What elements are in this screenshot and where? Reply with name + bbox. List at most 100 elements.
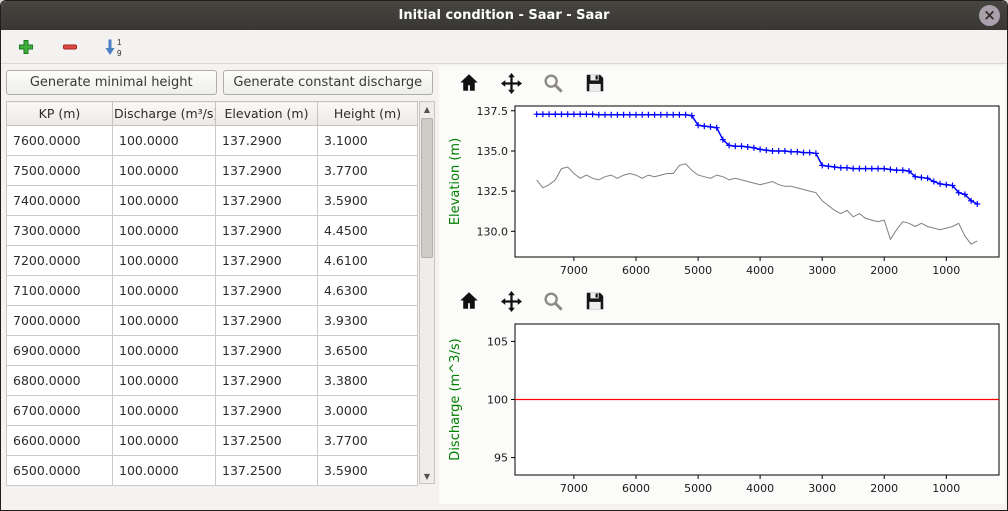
table-row[interactable]: 6500.0000100.0000137.25003.5900	[7, 456, 418, 486]
table-cell[interactable]: 6700.0000	[7, 396, 113, 426]
table-cell[interactable]: 100.0000	[113, 366, 216, 396]
table-cell[interactable]: 7200.0000	[7, 246, 113, 276]
table-cell[interactable]: 137.2900	[216, 156, 318, 186]
x-tick-label: 1000	[932, 264, 960, 277]
table-cell[interactable]: 137.2900	[216, 306, 318, 336]
table-cell[interactable]: 3.5900	[318, 456, 418, 486]
home-button[interactable]	[455, 70, 483, 96]
scroll-thumb[interactable]	[421, 118, 433, 258]
table-cell[interactable]: 6600.0000	[7, 426, 113, 456]
elevation-chart[interactable]: 7000600050004000300020001000130.0132.513…	[443, 98, 1005, 284]
table-cell[interactable]: 100.0000	[113, 456, 216, 486]
table-cell[interactable]: 3.6500	[318, 336, 418, 366]
table-cell[interactable]: 6500.0000	[7, 456, 113, 486]
table-cell[interactable]: 7400.0000	[7, 186, 113, 216]
save-button[interactable]	[581, 70, 609, 96]
table-cell[interactable]: 137.2900	[216, 276, 318, 306]
table-row[interactable]: 6900.0000100.0000137.29003.6500	[7, 336, 418, 366]
app-window: Initial condition - Saar - Saar × 1 9	[0, 0, 1008, 511]
pan-button[interactable]	[497, 70, 525, 96]
sort-1-to-9-icon: 1 9	[104, 37, 124, 57]
table-cell[interactable]: 4.4500	[318, 216, 418, 246]
table-cell[interactable]: 100.0000	[113, 126, 216, 156]
scroll-up-arrow[interactable]: ▲	[420, 102, 434, 116]
table-cell[interactable]: 7000.0000	[7, 306, 113, 336]
save-button[interactable]	[581, 288, 609, 314]
table-row[interactable]: 7000.0000100.0000137.29003.9300	[7, 306, 418, 336]
x-tick-label: 1000	[932, 482, 960, 495]
table-cell[interactable]: 3.5900	[318, 186, 418, 216]
column-header[interactable]: Discharge (m³/s)	[113, 102, 216, 126]
table-cell[interactable]: 137.2900	[216, 336, 318, 366]
table-row[interactable]: 7200.0000100.0000137.29004.6100	[7, 246, 418, 276]
values-table: KP (m)Discharge (m³/s)Elevation (m)Heigh…	[6, 101, 418, 486]
pan-button[interactable]	[497, 288, 525, 314]
y-axis-label: Elevation (m)	[448, 138, 463, 225]
table-cell[interactable]: 100.0000	[113, 216, 216, 246]
table-cell[interactable]: 6800.0000	[7, 366, 113, 396]
x-tick-label: 4000	[746, 482, 774, 495]
sort-button[interactable]: 1 9	[101, 34, 127, 60]
table-cell[interactable]: 137.2900	[216, 396, 318, 426]
zoom-button[interactable]	[539, 288, 567, 314]
initial-condition-panel: Generate minimal height Generate constan…	[1, 64, 437, 510]
column-header[interactable]: Height (m)	[318, 102, 418, 126]
table-cell[interactable]: 100.0000	[113, 276, 216, 306]
x-tick-label: 3000	[808, 482, 836, 495]
table-cell[interactable]: 100.0000	[113, 246, 216, 276]
table-cell[interactable]: 137.2500	[216, 456, 318, 486]
table-row[interactable]: 7400.0000100.0000137.29003.5900	[7, 186, 418, 216]
table-cell[interactable]: 3.7700	[318, 156, 418, 186]
table-row[interactable]: 7500.0000100.0000137.29003.7700	[7, 156, 418, 186]
table-cell[interactable]: 6900.0000	[7, 336, 113, 366]
table-cell[interactable]: 7600.0000	[7, 126, 113, 156]
table-scrollbar[interactable]: ▲ ▼	[419, 101, 435, 484]
close-button[interactable]: ×	[979, 5, 1000, 26]
scroll-down-arrow[interactable]: ▼	[420, 469, 434, 483]
y-tick-label: 130.0	[477, 225, 509, 238]
table-cell[interactable]: 7500.0000	[7, 156, 113, 186]
add-row-button[interactable]	[13, 34, 39, 60]
discharge-chart[interactable]: 700060005000400030002000100095100105Disc…	[443, 316, 1005, 502]
column-header[interactable]: Elevation (m)	[216, 102, 318, 126]
titlebar[interactable]: Initial condition - Saar - Saar ×	[1, 1, 1007, 30]
delete-row-button[interactable]	[57, 34, 83, 60]
table-row[interactable]: 7600.0000100.0000137.29003.1000	[7, 126, 418, 156]
table-cell[interactable]: 3.1000	[318, 126, 418, 156]
table-cell[interactable]: 137.2900	[216, 246, 318, 276]
table-cell[interactable]: 137.2900	[216, 216, 318, 246]
home-button[interactable]	[455, 288, 483, 314]
column-header[interactable]: KP (m)	[7, 102, 113, 126]
table-cell[interactable]: 4.6100	[318, 246, 418, 276]
x-tick-label: 7000	[560, 264, 588, 277]
table-cell[interactable]: 100.0000	[113, 396, 216, 426]
table-cell[interactable]: 137.2900	[216, 366, 318, 396]
scroll-track[interactable]	[420, 116, 434, 469]
table-cell[interactable]: 137.2500	[216, 426, 318, 456]
table-row[interactable]: 6800.0000100.0000137.29003.3800	[7, 366, 418, 396]
table-cell[interactable]: 100.0000	[113, 426, 216, 456]
generate-minimal-height-button[interactable]: Generate minimal height	[6, 70, 217, 95]
table-cell[interactable]: 7300.0000	[7, 216, 113, 246]
table-row[interactable]: 6600.0000100.0000137.25003.7700	[7, 426, 418, 456]
table-cell[interactable]: 137.2900	[216, 186, 318, 216]
table-cell[interactable]: 4.6300	[318, 276, 418, 306]
table-cell[interactable]: 137.2900	[216, 126, 318, 156]
table-cell[interactable]: 100.0000	[113, 306, 216, 336]
table-cell[interactable]: 7100.0000	[7, 276, 113, 306]
x-tick-label: 2000	[870, 264, 898, 277]
generate-constant-discharge-button[interactable]: Generate constant discharge	[223, 70, 434, 95]
table-cell[interactable]: 3.7700	[318, 426, 418, 456]
plot-area	[515, 106, 999, 257]
table-row[interactable]: 7100.0000100.0000137.29004.6300	[7, 276, 418, 306]
table-cell[interactable]: 100.0000	[113, 156, 216, 186]
table-cell[interactable]: 3.3800	[318, 366, 418, 396]
table-row[interactable]: 7300.0000100.0000137.29004.4500	[7, 216, 418, 246]
zoom-icon	[542, 290, 564, 312]
table-cell[interactable]: 100.0000	[113, 186, 216, 216]
table-cell[interactable]: 100.0000	[113, 336, 216, 366]
table-cell[interactable]: 3.9300	[318, 306, 418, 336]
table-row[interactable]: 6700.0000100.0000137.29003.0000	[7, 396, 418, 426]
zoom-button[interactable]	[539, 70, 567, 96]
table-cell[interactable]: 3.0000	[318, 396, 418, 426]
